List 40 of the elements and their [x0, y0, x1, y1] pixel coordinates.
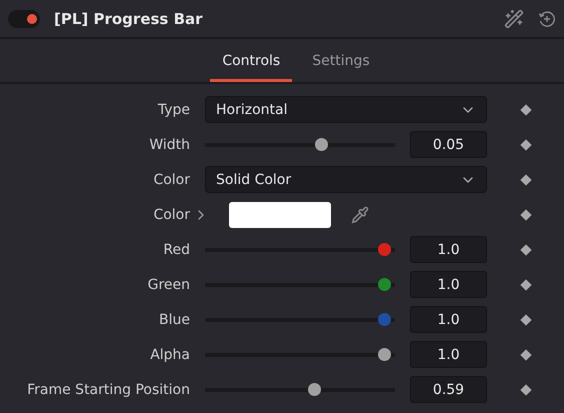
field-label: Color	[152, 172, 190, 188]
magic-wand-icon[interactable]	[504, 8, 524, 28]
field-label: Blue	[158, 312, 190, 328]
slider-thumb[interactable]	[308, 383, 322, 396]
value-field[interactable]: 1.0	[410, 271, 487, 298]
keyframe-icon[interactable]	[520, 244, 532, 256]
field-label: Frame Starting Position	[26, 382, 190, 398]
slider-thumb[interactable]	[378, 348, 391, 361]
value-field[interactable]: 1.0	[410, 236, 487, 263]
field-label: Red	[162, 242, 190, 258]
eyedropper-icon[interactable]	[351, 206, 369, 224]
field-label: Type	[156, 102, 190, 118]
value-field[interactable]: 1.0	[410, 306, 487, 333]
keyframe-icon[interactable]	[520, 174, 532, 186]
keyframe-icon[interactable]	[520, 278, 532, 290]
toggle-switch[interactable]	[8, 10, 40, 28]
keyframe-icon[interactable]	[520, 314, 532, 326]
field-label: Alpha	[149, 346, 190, 362]
keyframe-icon[interactable]	[520, 384, 532, 396]
dropdown[interactable]: Horizontal	[205, 96, 487, 123]
tab[interactable]: Settings	[300, 39, 382, 82]
value-field[interactable]: 1.0	[410, 341, 487, 368]
field-label: Color	[152, 206, 190, 222]
reset-icon[interactable]	[538, 10, 556, 28]
tab[interactable]: Controls	[210, 39, 292, 82]
value-field[interactable]: 0.59	[410, 376, 487, 403]
panel-title: [PL] Progress Bar	[54, 10, 204, 28]
field-label: Width	[148, 136, 190, 152]
slider-thumb[interactable]	[378, 313, 391, 326]
color-swatch[interactable]	[229, 202, 331, 228]
keyframe-icon[interactable]	[520, 348, 532, 360]
slider-thumb[interactable]	[315, 138, 328, 151]
keyframe-icon[interactable]	[520, 208, 532, 220]
keyframe-icon[interactable]	[520, 104, 532, 116]
dropdown[interactable]: Solid Color	[205, 166, 487, 193]
slider-thumb[interactable]	[378, 243, 391, 256]
field-label: Green	[146, 276, 190, 292]
value-field[interactable]: 0.05	[410, 131, 487, 158]
keyframe-icon[interactable]	[520, 138, 532, 150]
slider-thumb[interactable]	[378, 278, 391, 291]
